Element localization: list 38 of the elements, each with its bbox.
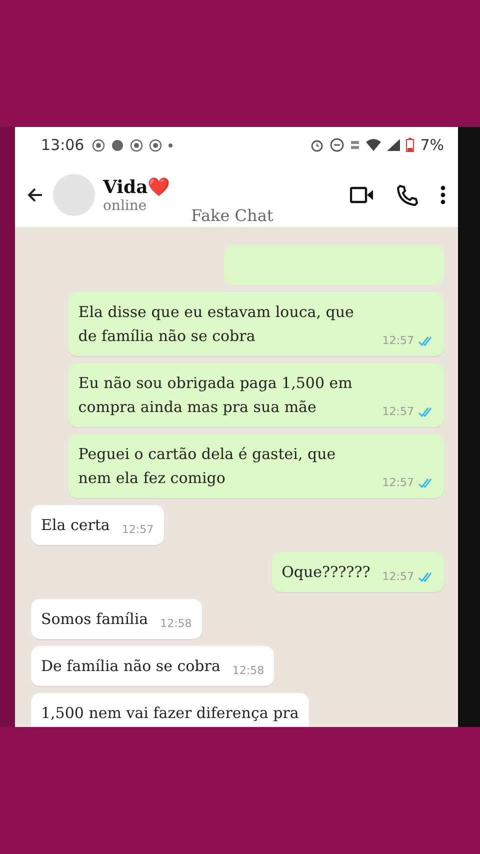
contact-status: online <box>103 198 148 214</box>
message-time: 12:57 <box>382 569 414 586</box>
notification-icon <box>130 138 144 152</box>
message-text: Peguei o cartão dela é gastei, que nem ela fez comigo <box>78 444 337 489</box>
call-button[interactable] <box>396 184 418 206</box>
message-text: De família não se cobra <box>41 656 220 677</box>
app-label: Fake Chat <box>191 206 274 225</box>
message-time: 12:58 <box>232 663 264 680</box>
double-check-icon <box>418 407 434 418</box>
message-time: 12:57 <box>382 475 414 492</box>
dot-icon <box>168 142 174 148</box>
message-text: Ela disse que eu estavam louca, que de família não se cobra <box>78 302 355 347</box>
notification-icon <box>149 138 162 152</box>
notification-icon <box>92 138 106 152</box>
double-check-icon <box>418 478 434 488</box>
message-text: 1,500 nem vai fazer diferença pra <box>41 703 299 724</box>
message-time: 12:58 <box>160 616 192 632</box>
message-time: 12:57 <box>382 404 414 420</box>
battery-icon <box>406 138 414 152</box>
menu-button[interactable] <box>440 185 446 205</box>
status-time: 13:06 <box>41 136 84 154</box>
double-check-icon <box>418 572 434 582</box>
message-time: 12:57 <box>122 522 154 538</box>
message-text: Oque?????? <box>282 562 370 583</box>
message-text: Ela certa <box>41 515 110 536</box>
message-text: Eu não sou obrigada paga 1,500 em compra ainda mas pra sua mãe <box>78 373 354 418</box>
volte-icon <box>350 139 360 151</box>
message-time: 12:57 <box>382 333 414 350</box>
contact-name: Vida❤ <box>103 176 170 198</box>
signal-icon <box>387 139 400 151</box>
wifi-icon <box>366 139 382 151</box>
notification-icon <box>111 138 124 152</box>
do-not-disturb-icon <box>330 138 344 152</box>
alarm-icon <box>310 138 324 152</box>
battery-percent: 7% <box>420 136 444 154</box>
message-text: Somos família <box>41 609 148 630</box>
double-check-icon <box>418 336 434 346</box>
video-call-button[interactable] <box>350 186 374 204</box>
